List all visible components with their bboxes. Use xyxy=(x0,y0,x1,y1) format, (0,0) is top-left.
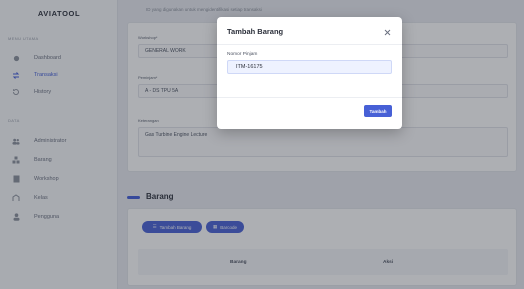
nomor-pinjam-label: Nomor Pinjam xyxy=(227,52,258,57)
modal-title: Tambah Barang xyxy=(227,27,284,36)
nomor-pinjam-input[interactable] xyxy=(227,60,392,74)
tambah-barang-modal: Tambah Barang Nomor Pinjam Tambah xyxy=(217,17,402,129)
modal-header-divider xyxy=(217,44,402,45)
tambah-button[interactable]: Tambah xyxy=(364,105,392,117)
close-icon[interactable] xyxy=(382,27,392,37)
modal-footer-divider xyxy=(217,97,402,98)
